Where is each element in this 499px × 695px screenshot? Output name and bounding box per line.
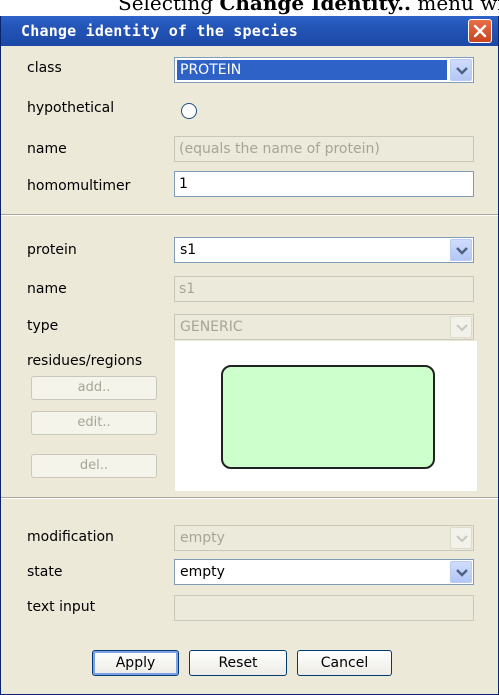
class-label: class: [27, 60, 62, 76]
hypothetical-radio[interactable]: [181, 103, 197, 119]
close-button[interactable]: [468, 19, 492, 43]
edit-button[interactable]: edit..: [31, 411, 157, 435]
header-prefix: Selecting: [118, 0, 220, 15]
header-suffix: menu will: [417, 0, 499, 15]
protein-name-field[interactable]: s1: [174, 276, 474, 302]
section-divider: [1, 497, 498, 499]
hypothetical-label: hypothetical: [27, 100, 115, 116]
type-select-value: GENERIC: [180, 319, 243, 335]
close-icon: [473, 24, 487, 38]
name-label: name: [27, 141, 67, 157]
chevron-down-icon: [456, 247, 468, 255]
class-select-value: PROTEIN: [177, 60, 447, 80]
modification-select-value: empty: [180, 530, 225, 546]
chevron-down-icon: [456, 535, 468, 543]
protein-shape[interactable]: [221, 365, 435, 469]
residue-preview-panel[interactable]: [175, 341, 477, 491]
chevron-down-icon: [456, 324, 468, 332]
text-input-field[interactable]: [174, 595, 474, 621]
modification-select[interactable]: empty: [174, 525, 474, 551]
dialog-titlebar[interactable]: Change identity of the species: [1, 16, 498, 46]
chevron-down-icon: [456, 67, 468, 75]
change-identity-dialog: Change identity of the species class PRO…: [0, 16, 499, 695]
protein-select[interactable]: s1: [174, 237, 474, 263]
protein-dropdown-button[interactable]: [450, 239, 472, 261]
state-select-value: empty: [180, 564, 225, 580]
class-dropdown-button[interactable]: [450, 59, 472, 81]
name-field[interactable]: (equals the name of protein): [174, 136, 474, 162]
homomultimer-label: homomultimer: [27, 178, 131, 194]
apply-button[interactable]: Apply: [92, 650, 179, 676]
protein-select-value: s1: [180, 242, 197, 258]
state-label: state: [27, 564, 63, 580]
type-select[interactable]: GENERIC: [174, 314, 474, 340]
reset-button[interactable]: Reset: [189, 650, 287, 676]
protein-label: protein: [27, 242, 77, 258]
add-button[interactable]: add..: [31, 376, 157, 400]
homomultimer-field[interactable]: 1: [174, 171, 474, 197]
del-button[interactable]: del..: [31, 454, 157, 478]
class-select[interactable]: PROTEIN: [174, 57, 474, 83]
protein-name-label: name: [27, 281, 67, 297]
state-select[interactable]: empty: [174, 559, 474, 585]
text-input-label: text input: [27, 599, 96, 615]
type-label: type: [27, 318, 59, 334]
dialog-title: Change identity of the species: [21, 22, 298, 40]
header-bold: Change Identity..: [219, 0, 412, 15]
modification-label: modification: [27, 529, 114, 545]
state-dropdown-button[interactable]: [450, 561, 472, 583]
residues-regions-label: residues/regions: [27, 353, 143, 369]
modification-dropdown-button[interactable]: [450, 527, 472, 549]
section-divider: [1, 214, 498, 216]
page-header-text: Selecting Change Identity.. menu will: [0, 0, 499, 16]
cancel-button[interactable]: Cancel: [297, 650, 392, 676]
chevron-down-icon: [456, 569, 468, 577]
type-dropdown-button[interactable]: [450, 316, 472, 338]
